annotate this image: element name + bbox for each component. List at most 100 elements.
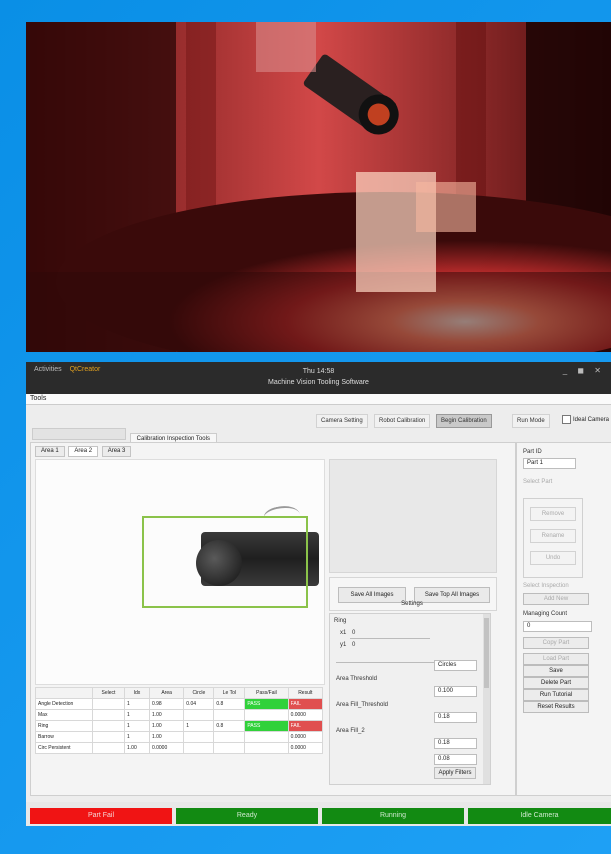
area-threshold-label: Area Threshold xyxy=(336,676,377,682)
undo-button[interactable]: Undo xyxy=(530,551,576,565)
area-fill-2-label: Area Fill_2 xyxy=(336,728,365,734)
table-cell: 1.00 xyxy=(148,720,185,732)
table-cell: 1.00 xyxy=(124,742,150,754)
extra-spinbox[interactable]: 0.08 xyxy=(434,754,477,765)
tab-area-2[interactable]: Area 2 xyxy=(68,446,99,457)
part-sidebar: Part ID Part 1 Select Part Remove Rename… xyxy=(516,442,611,796)
menu-bar: Tools xyxy=(26,394,611,405)
table-cell: Angle Detection xyxy=(35,698,93,710)
mode-spinbox[interactable]: Circles xyxy=(434,660,477,671)
y-value[interactable]: 0 xyxy=(352,642,355,648)
column-header: Circle xyxy=(183,687,215,699)
table-cell[interactable] xyxy=(92,720,125,732)
select-part-label: Select Part xyxy=(523,479,553,485)
begin-calibration-button[interactable]: Begin Calibration xyxy=(436,414,492,428)
table-cell: 1 xyxy=(124,731,150,743)
table-cell: 1 xyxy=(124,720,150,732)
area-tabs: Area 1 Area 2 Area 3 xyxy=(35,446,133,457)
managing-count-select[interactable]: 0 xyxy=(523,621,592,632)
table-cell: 1.00 xyxy=(148,731,185,743)
status-idle-camera: Idle Camera xyxy=(468,808,611,824)
table-cell: 1 xyxy=(124,698,150,710)
table-cell[interactable] xyxy=(92,709,125,721)
table-cell xyxy=(183,731,215,743)
table-cell xyxy=(244,709,289,721)
right-tools-panel: Save All Images Save Top All Images Sett… xyxy=(329,459,497,791)
table-cell: Max xyxy=(35,709,93,721)
tab-area-1[interactable]: Area 1 xyxy=(35,446,65,457)
table-cell xyxy=(213,742,246,754)
table-cell xyxy=(213,731,246,743)
window-controls[interactable]: _ ◼ ✕ xyxy=(563,366,605,375)
tab-area-3[interactable]: Area 3 xyxy=(101,446,132,457)
scrollbar-thumb[interactable] xyxy=(484,618,489,688)
status-ready: Ready xyxy=(176,808,318,824)
table-row[interactable]: Angle Detection 1 0.98 0.04 0.8 PASS FAI… xyxy=(35,698,324,710)
managing-count-label: Managing Count xyxy=(523,611,568,617)
run-mode-button[interactable]: Run Mode xyxy=(512,414,550,428)
area-threshold-spinbox[interactable]: 0.100 xyxy=(434,686,477,697)
table-header-row: Select Idx Area Circle Le Tol Pass/Fail … xyxy=(35,687,324,699)
area-fill-2-spinbox[interactable]: 0.18 xyxy=(434,738,477,749)
column-header: Le Tol xyxy=(213,687,246,699)
part-id-field[interactable]: Part 1 xyxy=(523,458,576,469)
fail-cell: FAIL xyxy=(287,720,324,732)
divider xyxy=(336,662,436,663)
table-cell xyxy=(183,709,215,721)
menu-tools[interactable]: Tools xyxy=(30,395,46,402)
column-header: Result xyxy=(287,687,324,699)
table-cell xyxy=(244,731,289,743)
table-cell: 1 xyxy=(124,709,150,721)
inspection-panel: Area 1 Area 2 Area 3 Select Idx Area Cir… xyxy=(30,442,516,796)
save-button[interactable]: Save xyxy=(523,665,589,677)
settings-title: Settings xyxy=(401,601,423,607)
apply-filters-button[interactable]: Apply Filters xyxy=(434,767,476,779)
add-new-button[interactable]: Add New xyxy=(523,593,589,605)
camera-image-view[interactable] xyxy=(35,459,325,685)
table-row[interactable]: Barrow 1 1.00 0.0000 xyxy=(35,731,324,743)
title-bar: Activities QtCreator Thu 14:58 Machine V… xyxy=(26,362,611,394)
table-cell xyxy=(244,742,289,754)
status-part-fail: Part Fail xyxy=(30,808,172,824)
roi-rectangle[interactable] xyxy=(142,516,308,608)
table-row[interactable]: Max 1 1.00 0.0000 xyxy=(35,709,324,721)
table-cell[interactable] xyxy=(92,742,125,754)
ring-group-label: Ring xyxy=(334,618,347,624)
results-table: Select Idx Area Circle Le Tol Pass/Fail … xyxy=(35,687,324,754)
copy-part-button[interactable]: Copy Part xyxy=(523,637,589,649)
camera-setting-button[interactable]: Camera Setting xyxy=(316,414,368,428)
table-cell[interactable] xyxy=(92,698,125,710)
ideal-camera-label: Ideal Camera xyxy=(573,417,610,423)
table-cell[interactable] xyxy=(92,731,125,743)
pass-cell: PASS xyxy=(244,720,289,732)
column-header: Idx xyxy=(124,687,150,699)
robot-calibration-button[interactable]: Robot Calibration xyxy=(374,414,431,428)
table-cell: Barrow xyxy=(35,731,93,743)
y-label: y1 xyxy=(340,642,347,648)
table-cell: 0.8 xyxy=(213,698,246,710)
x-label: x1 xyxy=(340,630,347,636)
settings-scrollbar[interactable] xyxy=(483,614,490,784)
table-cell: 0.04 xyxy=(183,698,215,710)
rename-button[interactable]: Rename xyxy=(530,529,576,543)
area-fill-threshold-spinbox[interactable]: 0.18 xyxy=(434,712,477,723)
machine-photo xyxy=(26,22,611,352)
table-cell: 0.0000 xyxy=(148,742,185,754)
table-cell: Circ Persistent xyxy=(35,742,93,754)
load-part-button[interactable]: Load Part xyxy=(523,653,589,665)
table-row[interactable]: Ring 1 1.00 1 0.8 PASS FAIL xyxy=(35,720,324,732)
checkbox-box xyxy=(562,414,571,424)
delete-part-button[interactable]: Delete Part xyxy=(523,677,589,689)
table-row[interactable]: Circ Persistent 1.00 0.0000 0.0000 xyxy=(35,742,324,754)
reset-results-button[interactable]: Reset Results xyxy=(523,701,589,713)
tab-blank[interactable] xyxy=(32,428,126,440)
part-id-label: Part ID xyxy=(523,449,542,455)
remove-button[interactable]: Remove xyxy=(530,507,576,521)
run-tutorial-button[interactable]: Run Tutorial xyxy=(523,689,589,701)
pass-cell: PASS xyxy=(244,698,289,710)
ideal-camera-checkbox[interactable]: Ideal Camera xyxy=(562,414,609,426)
x-value[interactable]: 0 xyxy=(352,630,355,636)
select-inspection-label: Select Inspection xyxy=(523,583,569,589)
status-bar: Part Fail Ready Running Idle Camera xyxy=(26,802,611,826)
settings-panel: Ring x1 0 y1 0 Circles Area Threshold 0.… xyxy=(329,613,491,785)
